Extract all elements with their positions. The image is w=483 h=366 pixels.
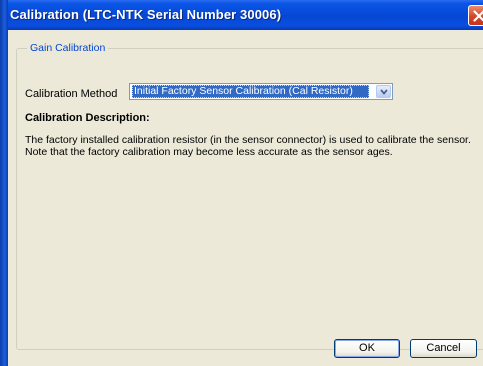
calibration-method-dropdown[interactable]: Initial Factory Sensor Calibration (Cal …: [129, 83, 393, 100]
chevron-down-icon: [380, 89, 388, 95]
group-title: Gain Calibration: [27, 42, 109, 55]
description-line: The factory installed calibration resist…: [25, 134, 471, 146]
description-line: Note that the factory calibration may be…: [25, 146, 393, 158]
title-bar[interactable]: Calibration (LTC-NTK Serial Number 30006…: [0, 0, 483, 30]
dropdown-button[interactable]: [376, 85, 391, 98]
cancel-button[interactable]: Cancel: [410, 339, 477, 358]
close-icon: [473, 10, 483, 22]
calibration-method-value: Initial Factory Sensor Calibration (Cal …: [132, 85, 369, 98]
ok-button[interactable]: OK: [334, 339, 400, 358]
window-title: Calibration (LTC-NTK Serial Number 30006…: [10, 7, 282, 22]
gain-calibration-group: Gain Calibration Calibration Method Init…: [16, 42, 483, 350]
description-text: The factory installed calibration resist…: [25, 134, 483, 158]
window-border-left: [0, 0, 8, 366]
close-button[interactable]: [468, 5, 483, 26]
description-heading: Calibration Description:: [25, 112, 150, 124]
calibration-method-label: Calibration Method: [25, 88, 118, 100]
calibration-dialog: Calibration (LTC-NTK Serial Number 30006…: [0, 0, 483, 366]
dialog-client-area: Gain Calibration Calibration Method Init…: [8, 30, 483, 366]
